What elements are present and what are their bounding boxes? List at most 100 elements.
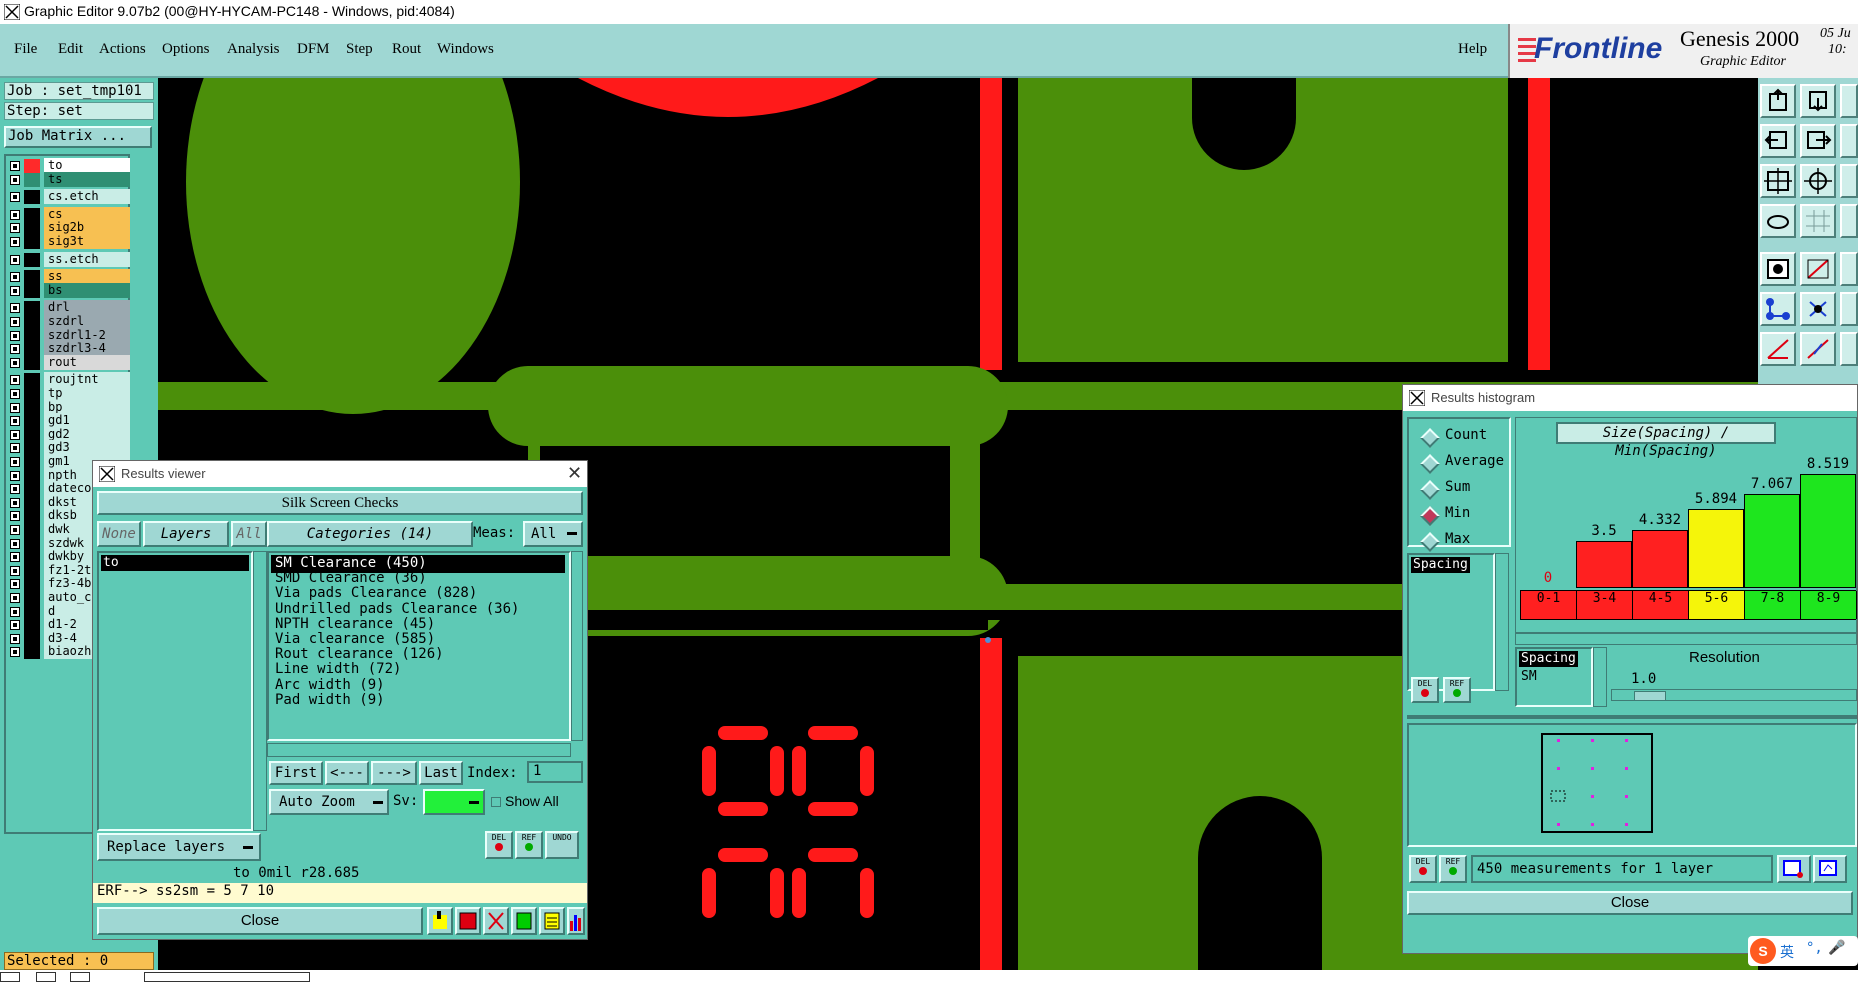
toolbar-button[interactable]	[1840, 332, 1858, 366]
category-list-hscrollbar[interactable]	[267, 743, 571, 757]
menu-analysis[interactable]: Analysis	[227, 41, 280, 58]
layer-checkbox[interactable]	[10, 402, 20, 413]
toolbar-button[interactable]	[1760, 332, 1796, 366]
list-item[interactable]: Spacing	[1519, 651, 1578, 667]
hist-del-button[interactable]: DEL	[1411, 677, 1439, 703]
toolbar-button[interactable]	[1800, 332, 1836, 366]
layer-checkbox[interactable]	[10, 330, 20, 341]
close-button[interactable]: Close	[97, 907, 423, 935]
layer-checkbox[interactable]	[10, 484, 20, 495]
status-button[interactable]	[70, 972, 90, 982]
toolbar-button[interactable]	[1800, 204, 1836, 238]
job-matrix-button[interactable]: Job Matrix ...	[4, 126, 152, 148]
toolbar-button[interactable]	[1760, 204, 1796, 238]
menu-step[interactable]: Step	[346, 41, 373, 58]
ref-button[interactable]: REF	[515, 831, 543, 859]
menu-rout[interactable]: Rout	[392, 41, 421, 58]
toolbar-button[interactable]	[1760, 292, 1796, 326]
menu-options[interactable]: Options	[162, 41, 210, 58]
undo-button[interactable]: UNDO	[545, 831, 579, 859]
layer-checkbox[interactable]	[10, 285, 20, 296]
layer-checkbox[interactable]	[10, 538, 20, 549]
toolbar-button[interactable]	[1800, 164, 1836, 198]
all-button[interactable]: All	[231, 521, 267, 547]
toolbar-button[interactable]	[1800, 124, 1836, 158]
layer-checkbox[interactable]	[10, 511, 20, 522]
layer-checkbox[interactable]	[10, 633, 20, 644]
layer-checkbox[interactable]	[10, 647, 20, 658]
layer-checkbox[interactable]	[10, 375, 20, 386]
menu-file[interactable]: File	[14, 41, 37, 58]
del-button[interactable]: DEL	[485, 831, 513, 859]
category-list-scrollbar[interactable]	[571, 551, 583, 741]
toolbar-button[interactable]	[1840, 84, 1858, 118]
layer-name[interactable]: cs.etch	[44, 189, 130, 205]
toolbar-button[interactable]	[1840, 164, 1858, 198]
menu-help[interactable]: Help	[1458, 41, 1487, 58]
close-icon[interactable]: ✕	[567, 463, 582, 484]
toolbar-button[interactable]	[1760, 164, 1796, 198]
layer-checkbox[interactable]	[10, 272, 20, 283]
categories-button[interactable]: Categories (14)	[267, 521, 473, 547]
menu-dfm[interactable]: DFM	[297, 41, 330, 58]
layer-checkbox[interactable]	[10, 237, 20, 247]
hist-tool-button-2[interactable]	[1813, 855, 1847, 883]
layer-checkbox[interactable]	[10, 344, 20, 355]
layer-checkbox[interactable]	[10, 389, 20, 399]
layer-row[interactable]: ts	[8, 171, 130, 188]
toolbar-button[interactable]	[1800, 84, 1836, 118]
layer-checkbox[interactable]	[10, 429, 20, 440]
layer-name[interactable]: ss.etch	[44, 251, 130, 267]
layer-checkbox[interactable]	[10, 606, 20, 617]
list-item[interactable]: SM	[1519, 669, 1539, 685]
layer-name[interactable]: bs	[44, 282, 130, 298]
toolbar-button[interactable]	[1760, 252, 1796, 286]
tool-button-1[interactable]	[427, 907, 453, 935]
slider-handle[interactable]	[1634, 691, 1666, 701]
measure-type-list[interactable]: Spacing SM	[1515, 647, 1593, 707]
layer-name[interactable]: sig3t	[44, 234, 130, 249]
menu-windows[interactable]: Windows	[437, 41, 494, 58]
mode-max[interactable]: Max	[1420, 531, 1513, 552]
layer-checkbox[interactable]	[10, 525, 20, 535]
measure-list[interactable]: Spacing	[1407, 553, 1495, 691]
menu-edit[interactable]: Edit	[58, 41, 83, 58]
measure-list-scrollbar[interactable]	[1495, 553, 1509, 691]
layer-list-scrollbar[interactable]	[253, 551, 267, 831]
layer-row[interactable]: sig3t	[8, 234, 130, 250]
tool-button-2[interactable]	[455, 907, 481, 935]
layer-result-list[interactable]: to	[97, 551, 253, 831]
layer-checkbox[interactable]	[10, 457, 20, 467]
layer-checkbox[interactable]	[10, 303, 20, 314]
layer-checkbox[interactable]	[10, 593, 20, 603]
hist-tool-button-1[interactable]	[1777, 855, 1811, 883]
next-button[interactable]: --->	[371, 761, 417, 785]
layer-checkbox[interactable]	[10, 497, 20, 508]
measure-type-scrollbar[interactable]	[1593, 647, 1607, 707]
layer-checkbox[interactable]	[10, 443, 20, 454]
layer-checkbox[interactable]	[10, 161, 20, 171]
layer-checkbox[interactable]	[10, 565, 20, 576]
histogram-button[interactable]	[567, 907, 585, 935]
sv-color-dropdown[interactable]	[423, 789, 485, 815]
layer-checkbox[interactable]	[10, 223, 20, 234]
hist-ref-button-2[interactable]: REF	[1439, 855, 1467, 883]
layer-checkbox[interactable]	[10, 254, 20, 265]
show-all-checkbox[interactable]	[491, 797, 501, 807]
layer-row[interactable]: cs.etch	[8, 189, 130, 205]
toolbar-button[interactable]	[1760, 124, 1796, 158]
toolbar-button[interactable]	[1800, 292, 1836, 326]
none-button[interactable]: None	[97, 521, 141, 547]
resolution-slider[interactable]	[1611, 689, 1857, 701]
layer-name[interactable]: rout	[44, 354, 130, 370]
previous-button[interactable]: <---	[325, 761, 369, 785]
layer-checkbox[interactable]	[10, 552, 20, 563]
toolbar-button[interactable]	[1840, 204, 1858, 238]
ime-toolbar[interactable]: S 英 °, 🎤	[1748, 936, 1858, 966]
layer-checkbox[interactable]	[10, 416, 20, 427]
mode-sum[interactable]: Sum	[1420, 479, 1513, 500]
tool-button-5[interactable]	[539, 907, 565, 935]
category-list[interactable]: SM Clearance (450) SMD Clearance (36) Via …	[267, 551, 571, 741]
toolbar-button[interactable]	[1800, 252, 1836, 286]
layer-checkbox[interactable]	[10, 192, 20, 203]
